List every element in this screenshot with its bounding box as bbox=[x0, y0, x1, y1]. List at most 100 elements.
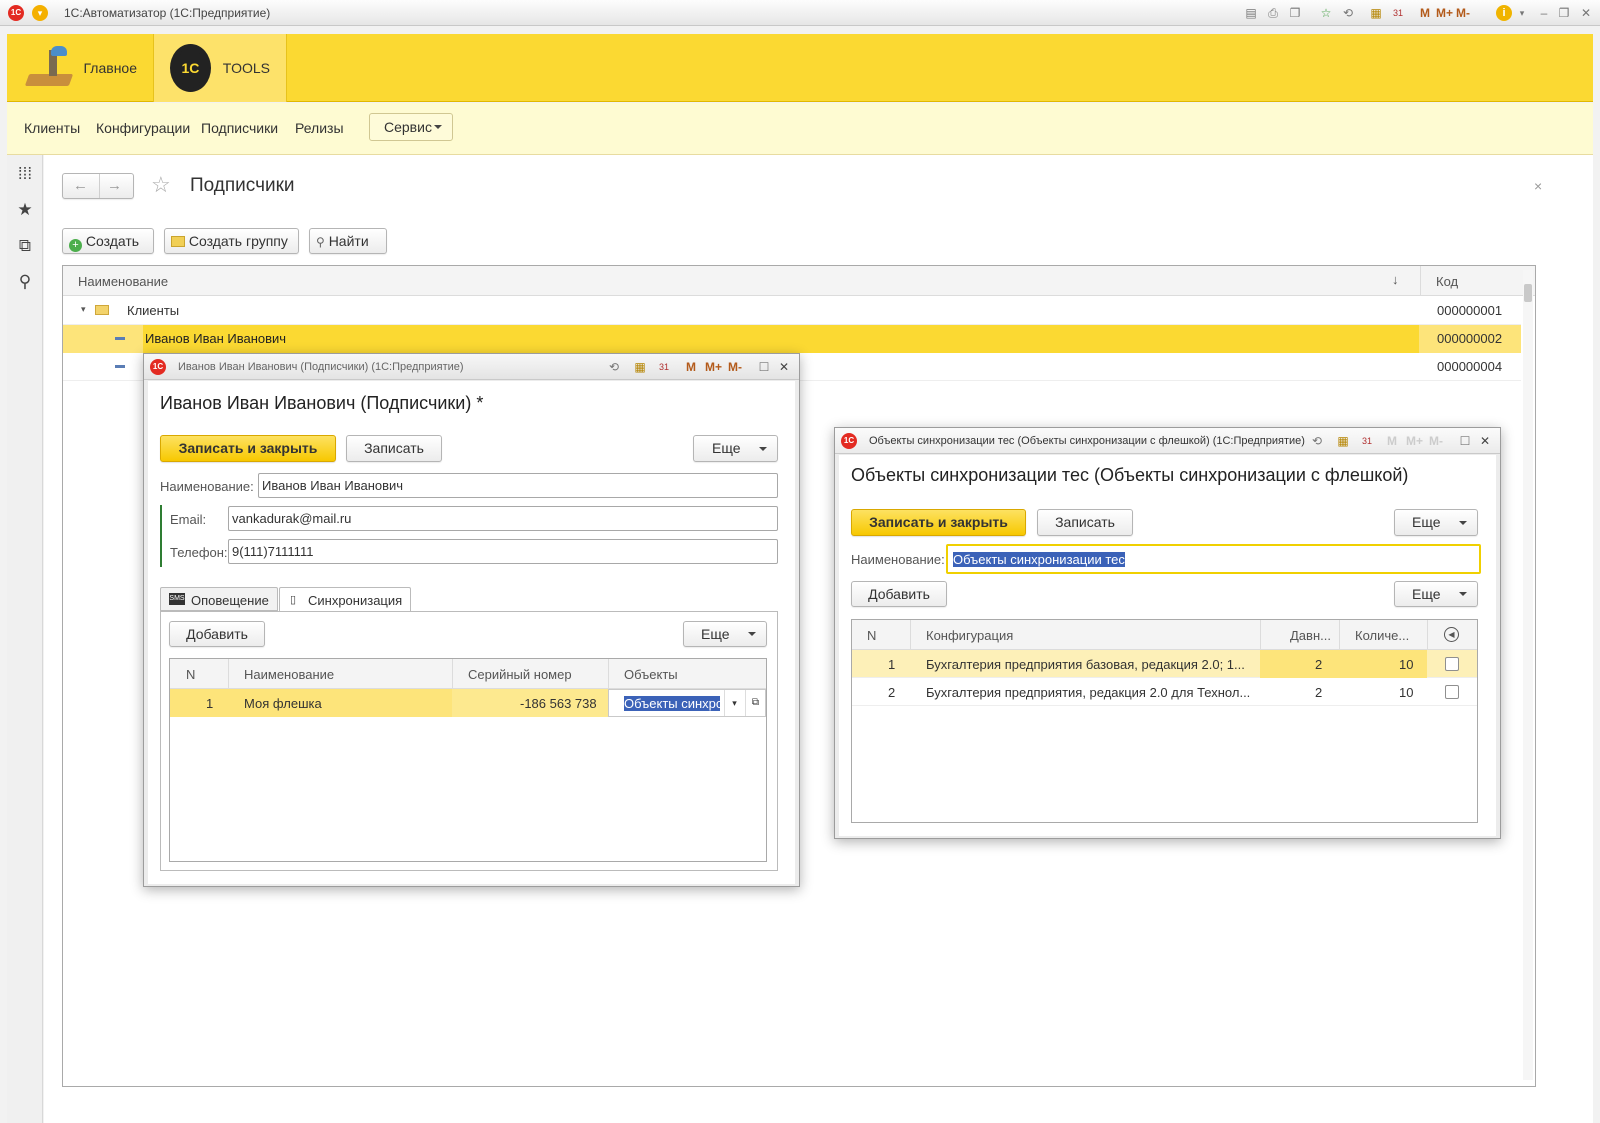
memory-minus-button[interactable]: M- bbox=[1429, 434, 1443, 448]
restore-icon[interactable]: ❐ bbox=[1556, 5, 1572, 21]
create-group-button[interactable]: Создать группу bbox=[164, 228, 299, 254]
column-header-code[interactable]: Код bbox=[1436, 274, 1458, 289]
print-icon[interactable]: ⎙ bbox=[1265, 5, 1281, 21]
name-field[interactable]: Иванов Иван Иванович bbox=[258, 473, 778, 498]
info-icon[interactable]: i bbox=[1496, 5, 1512, 21]
history-pages-icon[interactable]: ⧉ bbox=[15, 236, 35, 256]
app-logo-icon[interactable]: 1С bbox=[8, 5, 24, 21]
email-field[interactable]: vankadurak@mail.ru bbox=[228, 506, 778, 531]
create-button[interactable]: + Создать bbox=[62, 228, 154, 254]
add-button[interactable]: Добавить bbox=[851, 581, 947, 607]
memory-minus-button[interactable]: M- bbox=[1456, 6, 1470, 20]
search-icon[interactable]: ⚲ bbox=[15, 272, 35, 292]
table-row[interactable]: 2 Бухгалтерия предприятия, редакция 2.0 … bbox=[852, 678, 1477, 706]
more-button[interactable]: Еще bbox=[693, 435, 778, 462]
favorites-star-icon[interactable]: ★ bbox=[15, 200, 35, 220]
save-close-button[interactable]: Записать и закрыть bbox=[851, 509, 1026, 536]
column-header-n[interactable]: N bbox=[186, 667, 195, 682]
more-label: Еще bbox=[1412, 586, 1441, 602]
column-header-name[interactable]: Наименование bbox=[244, 667, 334, 682]
phone-field[interactable]: 9(111)7111111 bbox=[228, 539, 778, 564]
more-button[interactable]: Еще bbox=[1394, 581, 1478, 607]
all-functions-icon[interactable]: ⁞⁞⁞ bbox=[15, 164, 35, 184]
save-icon[interactable]: ▤ bbox=[1243, 5, 1259, 21]
name-field-value[interactable]: Объекты синхронизации тес bbox=[953, 552, 1125, 567]
form1-titlebar: 1С Иванов Иван Иванович (Подписчики) (1С… bbox=[144, 354, 799, 380]
close-icon[interactable]: ✕ bbox=[1477, 433, 1493, 449]
table-row[interactable]: ▾ Клиенты 000000001 bbox=[63, 296, 1521, 325]
maximize-icon[interactable]: ☐ bbox=[1457, 433, 1473, 449]
nav-item-releases[interactable]: Релизы bbox=[295, 120, 344, 136]
minimize-icon[interactable]: – bbox=[1536, 5, 1552, 21]
cell-config: Бухгалтерия предприятия, редакция 2.0 дл… bbox=[926, 685, 1251, 700]
table-row-selected[interactable]: Иванов Иван Иванович 000000002 bbox=[63, 325, 1521, 353]
table-row[interactable]: 1 Моя флешка -186 563 738 Объекты синхро… bbox=[170, 689, 766, 717]
favorites-icon[interactable]: ☆ bbox=[1318, 5, 1334, 21]
close-page-icon[interactable]: × bbox=[1534, 178, 1542, 194]
history-icon[interactable]: ⟲ bbox=[606, 359, 622, 375]
nav-item-clients[interactable]: Клиенты bbox=[24, 120, 80, 136]
memory-plus-button[interactable]: M+ bbox=[1406, 434, 1423, 448]
memory-plus-button[interactable]: M+ bbox=[705, 360, 722, 374]
memory-m-button[interactable]: M bbox=[686, 360, 696, 374]
service-menu-button[interactable]: Сервис bbox=[369, 113, 453, 141]
subscriber-form-window: 1С Иванов Иван Иванович (Подписчики) (1С… bbox=[143, 353, 800, 887]
row-checkbox[interactable] bbox=[1445, 685, 1459, 699]
table-row[interactable]: 1 Бухгалтерия предприятия базовая, редак… bbox=[852, 650, 1477, 678]
save-button[interactable]: Записать bbox=[1037, 509, 1133, 536]
close-icon[interactable]: ✕ bbox=[1578, 5, 1594, 21]
add-button[interactable]: Добавить bbox=[169, 621, 265, 647]
maximize-icon[interactable]: ☐ bbox=[756, 359, 772, 375]
memory-m-button[interactable]: M bbox=[1420, 6, 1430, 20]
chevron-down-icon[interactable]: ▾ bbox=[1514, 5, 1530, 21]
column-header-serial[interactable]: Серийный номер bbox=[468, 667, 572, 682]
objects-cell-editor[interactable]: Объекты синхро ▾ ⧉ bbox=[608, 689, 766, 717]
objects-cell-value[interactable]: Объекты синхро bbox=[624, 696, 720, 711]
calendar-icon[interactable]: 31 bbox=[1390, 5, 1406, 21]
sort-down-icon[interactable]: ↓ bbox=[1392, 272, 1399, 287]
calculator-icon[interactable]: ▦ bbox=[1368, 5, 1384, 21]
create-group-label: Создать группу bbox=[188, 233, 288, 249]
name-field[interactable]: Объекты синхронизации тес bbox=[946, 544, 1481, 574]
checkbox-column-icon[interactable]: ◀ bbox=[1444, 627, 1459, 642]
column-header-name[interactable]: Наименование bbox=[78, 274, 168, 289]
copy-icon[interactable]: ❐ bbox=[1287, 5, 1303, 21]
tab-sync[interactable]: ▯ Синхронизация bbox=[279, 587, 411, 612]
column-header-configuration[interactable]: Конфигурация bbox=[926, 628, 1013, 643]
add-favorite-icon[interactable]: ☆ bbox=[151, 172, 171, 198]
calendar-icon[interactable]: 31 bbox=[656, 359, 672, 375]
main-menu-icon[interactable]: ▾ bbox=[32, 5, 48, 21]
more-button[interactable]: Еще bbox=[1394, 509, 1478, 536]
memory-plus-button[interactable]: M+ bbox=[1436, 6, 1453, 20]
save-close-button[interactable]: Записать и закрыть bbox=[160, 435, 336, 462]
tab-notification[interactable]: SMS Оповещение bbox=[160, 587, 278, 611]
memory-minus-button[interactable]: M- bbox=[728, 360, 742, 374]
section-tools[interactable]: 1C TOOLS bbox=[153, 34, 287, 102]
column-header-n[interactable]: N bbox=[867, 628, 876, 643]
close-icon[interactable]: ✕ bbox=[776, 359, 792, 375]
memory-m-button[interactable]: M bbox=[1387, 434, 1397, 448]
dropdown-icon[interactable]: ▾ bbox=[724, 690, 744, 716]
column-header-qty[interactable]: Количе... bbox=[1355, 628, 1409, 643]
row-code: 000000001 bbox=[1437, 303, 1503, 318]
nav-item-subscribers[interactable]: Подписчики bbox=[201, 120, 278, 136]
list-scrollbar[interactable] bbox=[1523, 270, 1533, 1080]
open-icon[interactable]: ⧉ bbox=[745, 690, 765, 716]
calculator-icon[interactable]: ▦ bbox=[632, 359, 648, 375]
history-icon[interactable]: ⟲ bbox=[1340, 5, 1356, 21]
forward-arrow-icon[interactable]: → bbox=[107, 177, 122, 194]
more-button[interactable]: Еще bbox=[683, 621, 767, 647]
scroll-thumb[interactable] bbox=[1524, 284, 1532, 302]
history-icon[interactable]: ⟲ bbox=[1309, 433, 1325, 449]
calculator-icon[interactable]: ▦ bbox=[1335, 433, 1351, 449]
section-main[interactable]: Главное bbox=[7, 34, 153, 102]
expand-triangle-icon[interactable]: ▾ bbox=[81, 304, 86, 315]
back-arrow-icon[interactable]: ← bbox=[73, 177, 88, 194]
save-button[interactable]: Записать bbox=[346, 435, 442, 462]
calendar-icon[interactable]: 31 bbox=[1359, 433, 1375, 449]
find-button[interactable]: ⚲ Найти bbox=[309, 228, 387, 254]
column-header-objects[interactable]: Объекты bbox=[624, 667, 678, 682]
row-checkbox[interactable] bbox=[1445, 657, 1459, 671]
nav-item-configurations[interactable]: Конфигурации bbox=[96, 120, 190, 136]
column-header-davn[interactable]: Давн... bbox=[1290, 628, 1331, 643]
